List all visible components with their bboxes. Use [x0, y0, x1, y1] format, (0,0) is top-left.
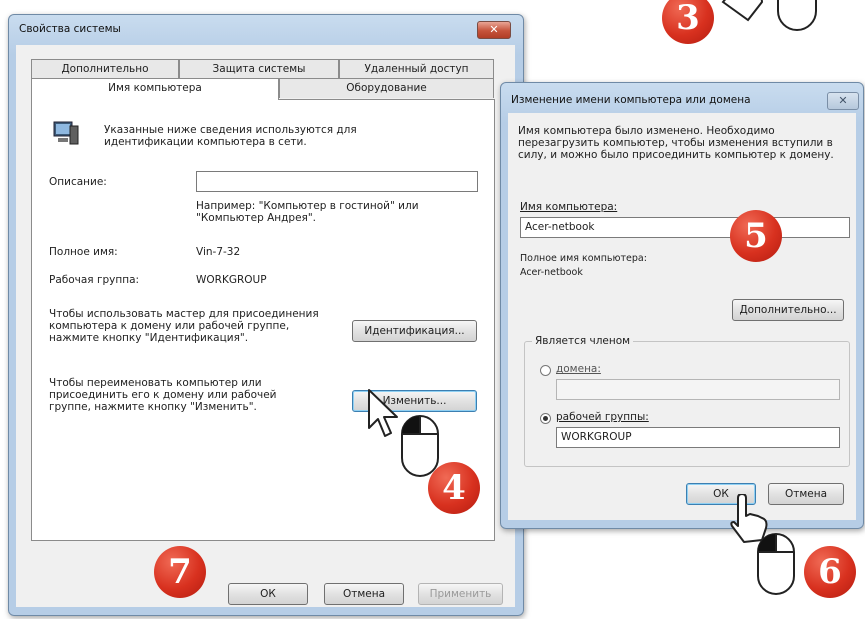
pointer-cursor-icon [367, 388, 401, 443]
step-badge-3: 3 [662, 0, 714, 44]
description-label: Описание: [49, 176, 107, 188]
full-computer-name-label: Полное имя компьютера: [520, 253, 647, 264]
workgroup-label: Рабочая группа: [49, 274, 140, 286]
workgroup-radio[interactable] [540, 413, 551, 424]
dialog-client: Имя компьютера было изменено. Необходимо… [508, 113, 856, 520]
close-icon: ✕ [838, 94, 848, 107]
more-button[interactable]: Дополнительно... [732, 299, 844, 321]
tab-system-protection[interactable]: Защита системы [179, 59, 339, 78]
computer-name-input[interactable]: Acer-netbook [520, 217, 850, 238]
dialog-title-bar: Изменение имени компьютера или домена ✕ [501, 83, 863, 113]
step-badge-6: 6 [804, 546, 856, 598]
computer-name-label: Имя компьютера: [520, 201, 618, 213]
full-name-value: Vin-7-32 [196, 246, 241, 258]
tab-remote[interactable]: Удаленный доступ [339, 59, 494, 78]
mouse-icon [718, 0, 828, 43]
identify-text: Чтобы использовать мастер для присоедине… [49, 308, 319, 344]
computer-icon [52, 120, 80, 149]
tab-hardware[interactable]: Оборудование [279, 78, 494, 98]
example-text: Например: "Компьютер в гостиной" или "Ко… [196, 200, 419, 224]
rename-text: Чтобы переименовать компьютер или присое… [49, 377, 277, 413]
workgroup-radio-label: рабочей группы: [556, 411, 649, 423]
mouse-icon [400, 414, 440, 481]
cancel-button[interactable]: Отмена [324, 583, 404, 605]
domain-input [556, 379, 840, 400]
domain-label: домена: [556, 363, 601, 375]
window-title: Свойства системы [19, 23, 121, 35]
close-button[interactable]: ✕ [477, 21, 511, 39]
member-of-label: Является членом [532, 335, 634, 347]
workgroup-input[interactable]: WORKGROUP [556, 427, 840, 448]
tab-computer-name[interactable]: Имя компьютера [31, 78, 279, 100]
close-icon: ✕ [489, 23, 499, 36]
dialog-cancel-button[interactable]: Отмена [768, 483, 844, 505]
step-badge-7: 7 [154, 546, 206, 598]
tab-advanced[interactable]: Дополнительно [31, 59, 179, 78]
mouse-icon [756, 532, 796, 599]
apply-button: Применить [418, 583, 503, 605]
title-bar: Свойства системы ✕ [9, 15, 523, 45]
intro-text: Указанные ниже сведения используются для… [104, 124, 357, 148]
full-computer-name-value: Acer-netbook [520, 267, 583, 278]
system-properties-window: Свойства системы ✕ Дополнительно Защита … [8, 14, 524, 616]
full-name-label: Полное имя: [49, 246, 118, 258]
ok-button[interactable]: ОК [228, 583, 308, 605]
member-of-groupbox [524, 341, 850, 467]
description-input[interactable] [196, 171, 478, 192]
workgroup-value: WORKGROUP [196, 274, 267, 286]
rename-dialog: Изменение имени компьютера или домена ✕ … [500, 82, 864, 529]
domain-radio[interactable] [540, 365, 551, 376]
step-badge-5: 5 [730, 210, 782, 262]
restart-info-text: Имя компьютера было изменено. Необходимо… [518, 125, 834, 161]
dialog-close-button[interactable]: ✕ [827, 92, 859, 110]
window-client: Дополнительно Защита системы Удаленный д… [16, 45, 515, 607]
identify-button[interactable]: Идентификация... [352, 320, 477, 342]
dialog-title: Изменение имени компьютера или домена [511, 94, 751, 106]
